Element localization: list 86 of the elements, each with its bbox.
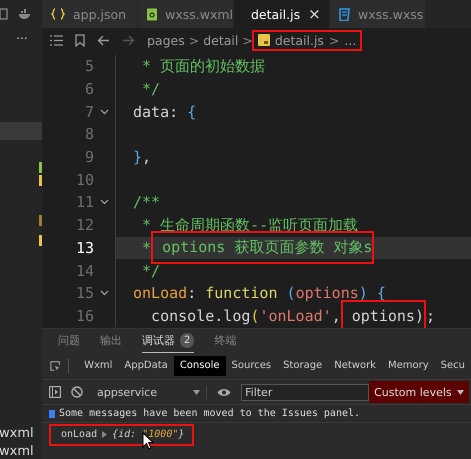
devtools-tab[interactable]: Network <box>328 356 382 376</box>
code-text: ; <box>426 306 436 325</box>
breadcrumb-item[interactable]: ... <box>344 32 356 48</box>
code-text: */ <box>141 80 160 98</box>
panel-tab[interactable]: 终端 <box>214 329 236 353</box>
line-number: 5 <box>84 57 94 76</box>
code-text: * <box>141 238 152 257</box>
line-number: 14 <box>74 262 94 280</box>
devtools-tab[interactable]: Wxml <box>78 356 118 376</box>
js-file-icon <box>258 34 270 46</box>
line-number: 8 <box>84 125 94 144</box>
expand-triangle-icon[interactable] <box>102 431 108 438</box>
log-label: onLoad <box>61 429 98 440</box>
console-message: Some messages have been moved to the Issues panel. <box>59 408 360 419</box>
context-select[interactable]: appservice <box>93 386 208 398</box>
code-text: data <box>133 102 170 121</box>
line-number: 10 <box>74 170 94 189</box>
line-number: 12 <box>74 216 94 234</box>
back-arrow-icon[interactable] <box>97 34 110 46</box>
editor-tab[interactable]: detail.js × <box>234 0 330 28</box>
code-text: 'onLoad' <box>259 306 332 325</box>
code-text: , <box>332 306 341 325</box>
devtools-tab[interactable]: Console <box>174 356 226 376</box>
devtools-tab[interactable]: Storage <box>277 356 328 376</box>
info-icon <box>49 410 55 418</box>
code-text: : <box>169 102 180 121</box>
list-icon[interactable] <box>50 34 63 46</box>
panel-tab[interactable]: 输出 <box>100 329 122 353</box>
caret-icon <box>193 390 200 394</box>
line-number: 15 <box>74 284 94 302</box>
filter-field[interactable]: Filter <box>241 384 370 400</box>
editor-tab[interactable]: app.json <box>42 0 138 28</box>
editor-tab[interactable]: wxss.wxss <box>330 0 426 28</box>
breadcrumb-separator: > <box>242 32 253 48</box>
code-text: { <box>187 102 196 121</box>
editor-tab[interactable]: wxss.wxml <box>138 0 234 28</box>
code-text: * 页面的初始数据 <box>141 56 266 76</box>
code-text: /** <box>133 193 160 212</box>
line-number: 11 <box>74 193 94 212</box>
fold-chevron-icon[interactable] <box>100 290 109 296</box>
code-text: : <box>187 284 198 302</box>
breadcrumb-item[interactable]: detail.js <box>274 32 324 48</box>
devtools-tab[interactable]: AppData <box>118 356 174 376</box>
levels-dropdown[interactable]: Custom levels <box>369 381 469 403</box>
fold-chevron-icon[interactable] <box>100 199 109 206</box>
braces-icon <box>51 8 65 20</box>
line-number: 7 <box>84 102 94 121</box>
code-text: function <box>205 284 278 302</box>
code-text: ( <box>286 284 296 302</box>
file-icon[interactable] <box>0 8 8 20</box>
panel-tab[interactable]: 问题 <box>58 329 80 353</box>
code-text: options <box>296 284 359 302</box>
highlighted-code: options 获取页面参数 对象s <box>151 231 374 264</box>
more-menu[interactable]: ... <box>0 28 42 48</box>
breadcrumb-separator: > <box>188 32 200 48</box>
code-text: ) <box>358 284 368 302</box>
eye-icon[interactable] <box>217 388 232 396</box>
breadcrumb-item[interactable]: pages <box>147 32 185 48</box>
sidebar-toggle-icon[interactable] <box>49 386 61 398</box>
line-number: 16 <box>74 306 94 325</box>
code-text: */ <box>141 262 160 280</box>
breadcrumb-separator: > <box>328 32 340 48</box>
file-icon <box>147 8 158 20</box>
caret-icon <box>456 390 464 394</box>
inspect-icon[interactable] <box>50 360 60 372</box>
code-text: } <box>133 148 142 166</box>
code-text: { <box>376 284 386 302</box>
css-file-icon <box>339 8 350 20</box>
code-text: ( <box>250 306 260 325</box>
devtools-tab[interactable]: Sources <box>226 356 278 376</box>
line-number: 9 <box>84 148 94 166</box>
breadcrumb-item[interactable]: detail <box>203 32 238 48</box>
fold-chevron-icon[interactable] <box>100 108 109 115</box>
code-text: onLoad <box>133 284 188 302</box>
line-number: 13 <box>74 238 94 257</box>
bookmark-icon[interactable] <box>75 34 85 46</box>
log-object[interactable]: {id: "1000"} <box>112 429 184 440</box>
whale-icon[interactable] <box>18 9 32 19</box>
code-text: console.log <box>150 306 250 325</box>
devtools-tab[interactable]: Secu <box>434 356 471 376</box>
devtools-tab[interactable]: Memory <box>382 356 435 376</box>
code-text: , <box>142 148 152 166</box>
panel-tab[interactable]: 调试器 2 <box>142 329 194 353</box>
line-number: 6 <box>84 80 94 98</box>
clear-icon[interactable] <box>71 386 83 398</box>
close-icon[interactable]: × <box>308 5 321 23</box>
